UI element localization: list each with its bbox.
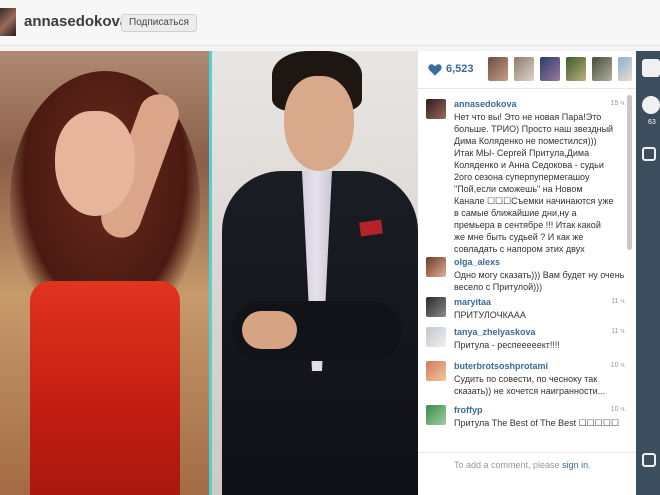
add-comment-prefix: To add a comment, please [454,460,563,470]
add-comment-suffix: . [588,460,591,470]
comment-username[interactable]: maryitaa [454,297,491,307]
comment-text: Притула The Best of The Best ☐☐☐☐☐ [454,418,620,428]
avatar[interactable] [426,99,446,119]
caption: annasedokova 15 ч. Нет что вы! Это не но… [418,97,636,255]
comment-text: Судить по совести, по чесноку так сказат… [454,374,606,396]
comment-username[interactable]: buterbrotsoshprotami [454,361,548,371]
right-rail: 63 [636,51,660,495]
follow-button[interactable]: Подписаться [121,14,197,32]
caption-scrollbar[interactable] [627,95,632,250]
avatar[interactable] [426,297,446,317]
comment-username[interactable]: annasedokova [454,99,517,109]
likes-row: 6,523 [418,51,636,89]
liker-avatar[interactable] [540,57,560,81]
post-side-panel: 6,523 annasedokova 15 ч. Нет что вы! Это… [418,51,636,495]
post-photo [0,51,418,495]
photo-left-half [0,51,211,495]
avatar[interactable] [426,257,446,277]
liker-avatar[interactable] [488,57,508,81]
list-item: tanya_zhelyaskova 11 ч. Притула - респее… [418,327,636,355]
sign-in-link[interactable]: sign in [562,460,588,470]
caption-text: Нет что вы! Это не новая Пара!Это больше… [454,112,614,254]
comment-time: 10 ч. [610,362,626,369]
liker-avatar[interactable] [514,57,534,81]
photo-right-half [212,51,418,495]
comment-username[interactable]: olga_alexs [454,257,500,267]
bookmark-icon[interactable] [642,59,660,77]
comment-text: ПРИТУЛОЧКААА [454,310,526,320]
comment-time: 11 ч. [611,328,626,335]
share-icon[interactable] [642,147,656,161]
list-item: olga_alexs Одно могу сказать))) Вам буде… [418,257,636,297]
avatar[interactable] [426,405,446,425]
comment-count: 63 [648,119,656,126]
camera-icon[interactable] [642,453,656,467]
list-item: buterbrotsoshprotami 10 ч. Судить по сов… [418,361,636,401]
top-bar: annasedokova Подписаться [0,0,660,46]
comment-time: 10 ч. [610,406,626,413]
comments-list: annasedokova 15 ч. Нет что вы! Это не но… [418,93,636,453]
profile-avatar[interactable] [0,8,16,36]
comment-time: 15 ч. [610,100,626,107]
profile-username[interactable]: annasedokova [24,13,128,30]
comment-username[interactable]: tanya_zhelyaskova [454,327,536,337]
liker-avatar[interactable] [618,57,632,81]
avatar[interactable] [426,361,446,381]
liker-avatar[interactable] [592,57,612,81]
comment-username[interactable]: froffyp [454,405,483,415]
liker-avatar[interactable] [566,57,586,81]
list-item: froffyp 10 ч. Притула The Best of The Be… [418,405,636,445]
heart-icon[interactable] [428,63,442,76]
comment-bubble-icon[interactable] [642,96,660,114]
comment-text: Притула - респееееект!!!! [454,340,560,350]
likes-count[interactable]: 6,523 [446,63,474,75]
comment-time: 11 ч. [611,298,626,305]
add-comment-prompt: To add a comment, please sign in. [454,460,591,470]
list-item: maryitaa 11 ч. ПРИТУЛОЧКААА [418,297,636,325]
comment-text: Одно могу сказать))) Вам будет ну очень … [454,270,625,292]
add-comment-bar: To add a comment, please sign in. [418,452,636,495]
avatar[interactable] [426,327,446,347]
